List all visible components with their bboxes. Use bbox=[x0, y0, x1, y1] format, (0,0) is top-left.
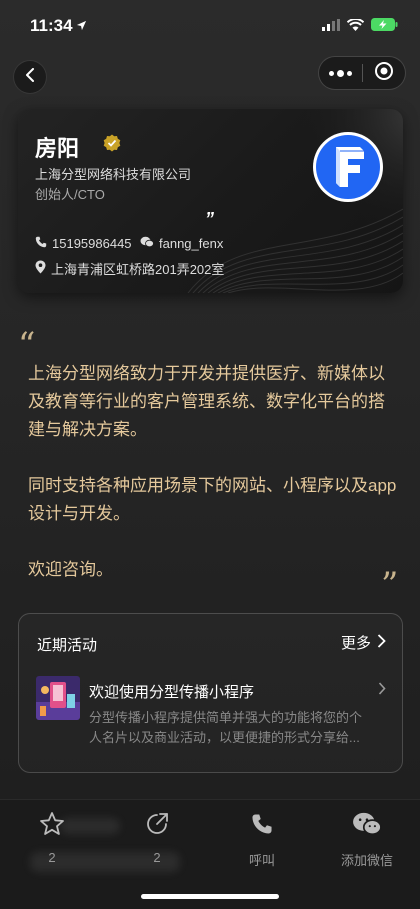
logo-f-icon bbox=[336, 147, 364, 187]
recent-activity-section: 近期活动 更多 欢迎使用分型传播小程序 分型传播小程序提供简单并强大的功能将您的… bbox=[18, 613, 403, 773]
share-count: 2 bbox=[153, 850, 161, 865]
activity-description: 分型传播小程序提供简单并强大的功能将您的个人名片以及商业活动，以更便捷的形式分享… bbox=[89, 710, 363, 745]
chevron-right-icon bbox=[377, 633, 386, 652]
phone-icon bbox=[222, 810, 302, 838]
card-quote-mark: ” bbox=[205, 209, 214, 229]
more-activities-link[interactable]: 更多 bbox=[341, 632, 386, 653]
intro-paragraph: 上海分型网络致力于开发并提供医疗、新媒体以及教育等行业的客户管理系统、数字化平台… bbox=[28, 364, 385, 439]
add-wechat-button[interactable]: 添加微信 bbox=[327, 810, 407, 869]
signal-icon bbox=[322, 18, 340, 36]
chevron-left-icon bbox=[25, 67, 35, 87]
wechat-id: fanng_fenx bbox=[159, 236, 224, 251]
address-text: 上海青浦区虹桥路201弄202室 bbox=[51, 262, 225, 277]
share-icon bbox=[117, 810, 197, 838]
card-phone[interactable]: 15195986445 bbox=[35, 236, 132, 251]
activity-thumbnail bbox=[36, 676, 80, 720]
favorite-button[interactable]: 2 bbox=[12, 810, 92, 865]
intro-paragraph: 同时支持各种应用场景下的网站、小程序以及app设计与开发。 bbox=[28, 476, 397, 523]
status-indicators bbox=[322, 18, 398, 36]
bottom-action-bar: 2 2 呼叫 添加微信 bbox=[0, 799, 420, 909]
more-button[interactable] bbox=[319, 56, 362, 90]
wechat-icon bbox=[140, 236, 154, 251]
phone-number: 15195986445 bbox=[52, 236, 132, 251]
home-indicator bbox=[141, 894, 279, 899]
back-button[interactable] bbox=[13, 60, 47, 94]
intro-close-quote: ” bbox=[381, 565, 399, 605]
share-button[interactable]: 2 bbox=[117, 810, 197, 865]
more-dots-icon bbox=[329, 70, 334, 76]
card-address[interactable]: 上海青浦区虹桥路201弄202室 bbox=[35, 259, 224, 278]
company-intro: 上海分型网络致力于开发并提供医疗、新媒体以及教育等行业的客户管理系统、数字化平台… bbox=[28, 360, 398, 612]
section-title: 近期活动 bbox=[37, 637, 98, 654]
status-time: 11:34 bbox=[30, 16, 73, 35]
intro-open-quote: “ bbox=[18, 325, 36, 365]
phone-icon bbox=[35, 236, 47, 251]
activity-title: 欢迎使用分型传播小程序 bbox=[89, 684, 255, 701]
chevron-right-icon bbox=[378, 682, 386, 700]
verified-badge-icon bbox=[103, 134, 121, 157]
favorite-count: 2 bbox=[48, 850, 56, 865]
job-title: 创始人/CTO bbox=[35, 187, 105, 202]
mini-program-capsule bbox=[318, 56, 406, 90]
contact-name: 房阳 bbox=[35, 136, 80, 161]
company-logo bbox=[313, 132, 383, 202]
battery-charging-icon bbox=[371, 18, 398, 36]
business-card: 房阳 上海分型网络科技有限公司 创始人/CTO ” 15195986445 fa… bbox=[18, 109, 403, 293]
more-label: 更多 bbox=[340, 635, 371, 652]
intro-paragraph: 欢迎咨询。 bbox=[28, 560, 113, 579]
star-icon bbox=[12, 810, 92, 838]
wifi-icon bbox=[346, 18, 365, 36]
location-arrow-icon bbox=[76, 18, 87, 36]
activity-item[interactable]: 欢迎使用分型传播小程序 分型传播小程序提供简单并强大的功能将您的个人名片以及商业… bbox=[36, 676, 386, 746]
card-wechat[interactable]: fanng_fenx bbox=[140, 236, 223, 251]
wechat-icon bbox=[327, 810, 407, 838]
status-bar: 11:34 bbox=[0, 0, 420, 50]
location-pin-icon bbox=[35, 260, 46, 277]
close-button[interactable] bbox=[363, 56, 405, 90]
call-button[interactable]: 呼叫 bbox=[222, 810, 302, 869]
call-label: 呼叫 bbox=[248, 853, 275, 868]
circle-target-icon bbox=[374, 61, 394, 86]
company-name: 上海分型网络科技有限公司 bbox=[35, 167, 192, 182]
add-wechat-label: 添加微信 bbox=[340, 853, 393, 868]
